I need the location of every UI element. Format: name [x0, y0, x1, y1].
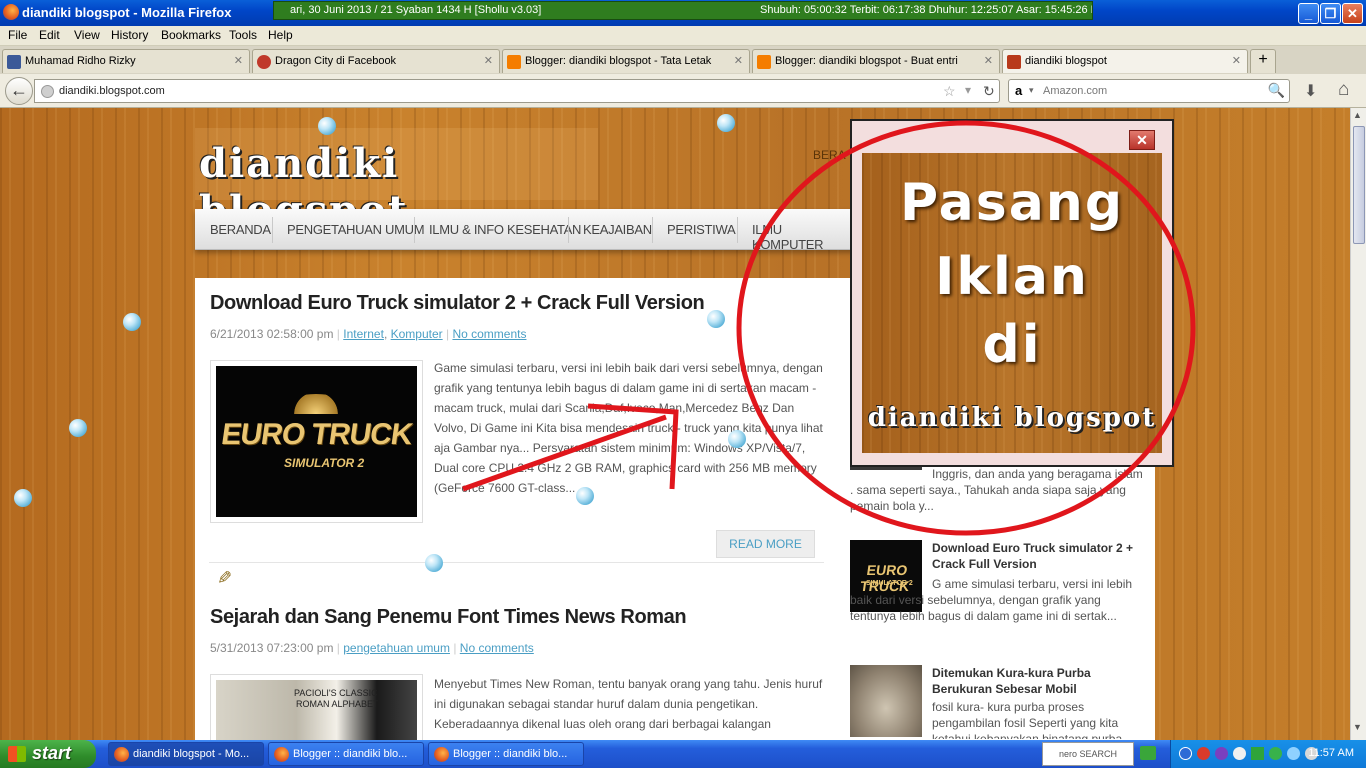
- prayer-times: Shubuh: 05:00:32 Terbit: 06:17:38 Dhuhur…: [760, 4, 1093, 16]
- bubble-decoration: [425, 554, 443, 572]
- tray-back-icon[interactable]: [1179, 747, 1192, 760]
- navigation-bar: ← diandiki.blogspot.com ☆ ▾ ↻ a ▾ Amazon…: [0, 74, 1366, 108]
- url-dropdown-icon[interactable]: ▾: [965, 83, 971, 97]
- tab-facebook-profile[interactable]: Muhamad Ridho Rizky ✕: [2, 49, 250, 73]
- tray-app-icon[interactable]: [1215, 747, 1228, 760]
- reload-icon[interactable]: ↻: [983, 83, 995, 100]
- dragon-city-icon: [257, 55, 271, 69]
- nero-search-box[interactable]: nero SEARCH: [1042, 742, 1134, 766]
- tab-label: Dragon City di Facebook: [275, 55, 397, 67]
- tray-app-icon[interactable]: [1197, 747, 1210, 760]
- annotation-circle: [736, 120, 1196, 536]
- tray-network-icon[interactable]: [1287, 747, 1300, 760]
- tab-blogger-new-post[interactable]: Blogger: diandiki blogspot - Buat entri …: [752, 49, 1000, 73]
- menu-history[interactable]: History: [111, 28, 148, 42]
- tab-label: diandiki blogspot: [1025, 55, 1107, 67]
- search-engine-dropdown-icon[interactable]: ▾: [1029, 85, 1034, 96]
- page-content: diandiki blogspot BERA BERANDA PENGETAHU…: [0, 108, 1350, 740]
- home-icon[interactable]: ⌂: [1338, 79, 1349, 101]
- tab-blogger-layout[interactable]: Blogger: diandiki blogspot - Tata Letak …: [502, 49, 750, 73]
- start-label: start: [32, 743, 72, 763]
- scrollbar-thumb[interactable]: [1353, 126, 1365, 244]
- tab-close-icon[interactable]: ✕: [984, 54, 993, 67]
- tab-label: Muhamad Ridho Rizky: [25, 55, 136, 67]
- amazon-icon[interactable]: a: [1015, 83, 1022, 98]
- annotation-overlay: [462, 120, 1196, 536]
- url-text[interactable]: diandiki.blogspot.com: [59, 85, 165, 97]
- menu-view[interactable]: View: [74, 28, 100, 42]
- scroll-up-icon[interactable]: ▲: [1353, 110, 1362, 120]
- downloads-icon[interactable]: ⬇: [1304, 81, 1317, 101]
- back-button[interactable]: ←: [5, 77, 33, 105]
- windows-logo-icon: [8, 746, 26, 762]
- facebook-icon: [7, 55, 21, 69]
- maximize-button[interactable]: ❐: [1320, 3, 1341, 24]
- annotation-arrow-shaft: [462, 414, 667, 492]
- menu-bookmarks[interactable]: Bookmarks: [161, 28, 221, 42]
- tab-label: Blogger: diandiki blogspot - Buat entri: [775, 55, 958, 67]
- taskbar-button-blogger-1[interactable]: Blogger :: diandiki blo...: [268, 742, 424, 766]
- firefox-icon: [274, 747, 289, 762]
- prayer-times-bar: ari, 30 Juni 2013 / 21 Syaban 1434 H [Sh…: [273, 1, 1093, 20]
- menu-tools[interactable]: Tools: [229, 28, 257, 42]
- globe-icon: [41, 85, 54, 98]
- firefox-icon: [114, 747, 129, 762]
- tab-close-icon[interactable]: ✕: [1232, 54, 1241, 67]
- menu-help[interactable]: Help: [268, 28, 293, 42]
- bubble-decoration: [717, 114, 735, 132]
- tray-app-icon[interactable]: [1251, 747, 1264, 760]
- go-arrow-icon[interactable]: [1140, 746, 1156, 760]
- search-bar[interactable]: a ▾ Amazon.com 🔍: [1008, 79, 1290, 103]
- bubble-decoration: [728, 430, 746, 448]
- bookmark-star-icon[interactable]: ☆: [943, 83, 956, 100]
- tab-dragon-city[interactable]: Dragon City di Facebook ✕: [252, 49, 500, 73]
- url-bar[interactable]: diandiki.blogspot.com ☆ ▾ ↻: [34, 79, 1000, 103]
- tray-app-icon[interactable]: [1269, 747, 1282, 760]
- taskbar-label: Blogger :: diandiki blo...: [293, 748, 408, 760]
- clock[interactable]: 11:57 AM: [1308, 747, 1354, 759]
- system-tray: 11:57 AM: [1170, 740, 1366, 768]
- tab-close-icon[interactable]: ✕: [484, 54, 493, 67]
- taskbar-label: diandiki blogspot - Mo...: [133, 748, 250, 760]
- firefox-icon: [3, 4, 19, 20]
- blogger-icon: [507, 55, 521, 69]
- tab-bar: Muhamad Ridho Rizky ✕ Dragon City di Fac…: [0, 46, 1366, 74]
- bubble-decoration: [69, 419, 87, 437]
- bubble-decoration: [123, 313, 141, 331]
- new-tab-button[interactable]: +: [1250, 49, 1276, 73]
- tab-close-icon[interactable]: ✕: [234, 54, 243, 67]
- title-bar: diandiki blogspot - Mozilla Firefox ari,…: [0, 0, 1366, 26]
- blog-favicon-icon: [1007, 55, 1021, 69]
- tray-app-icon[interactable]: [1233, 747, 1246, 760]
- minimize-button[interactable]: _: [1298, 3, 1319, 24]
- firefox-icon: [434, 747, 449, 762]
- scroll-down-icon[interactable]: ▼: [1353, 722, 1362, 732]
- bubble-decoration: [707, 310, 725, 328]
- start-button[interactable]: start: [0, 740, 96, 768]
- search-icon[interactable]: 🔍: [1268, 82, 1285, 99]
- tab-label: Blogger: diandiki blogspot - Tata Letak: [525, 55, 712, 67]
- tab-close-icon[interactable]: ✕: [734, 54, 743, 67]
- taskbar-button-firefox[interactable]: diandiki blogspot - Mo...: [108, 742, 264, 766]
- bubble-decoration: [14, 489, 32, 507]
- menu-file[interactable]: File: [8, 28, 27, 42]
- vertical-scrollbar[interactable]: ▲ ▼: [1350, 108, 1366, 740]
- close-button[interactable]: ✕: [1342, 3, 1363, 24]
- taskbar-label: Blogger :: diandiki blo...: [453, 748, 568, 760]
- bubble-decoration: [576, 487, 594, 505]
- tab-diandiki-blogspot[interactable]: diandiki blogspot ✕: [1002, 49, 1248, 73]
- prayer-date: ari, 30 Juni 2013 / 21 Syaban 1434 H [Sh…: [290, 4, 542, 16]
- menu-edit[interactable]: Edit: [39, 28, 60, 42]
- bubble-decoration: [318, 117, 336, 135]
- blogger-icon: [757, 55, 771, 69]
- search-input[interactable]: Amazon.com: [1043, 85, 1107, 97]
- window-title: diandiki blogspot - Mozilla Firefox: [22, 5, 232, 20]
- menu-bar: File Edit View History Bookmarks Tools H…: [0, 26, 1366, 46]
- taskbar-button-blogger-2[interactable]: Blogger :: diandiki blo...: [428, 742, 584, 766]
- taskbar: start diandiki blogspot - Mo... Blogger …: [0, 740, 1366, 768]
